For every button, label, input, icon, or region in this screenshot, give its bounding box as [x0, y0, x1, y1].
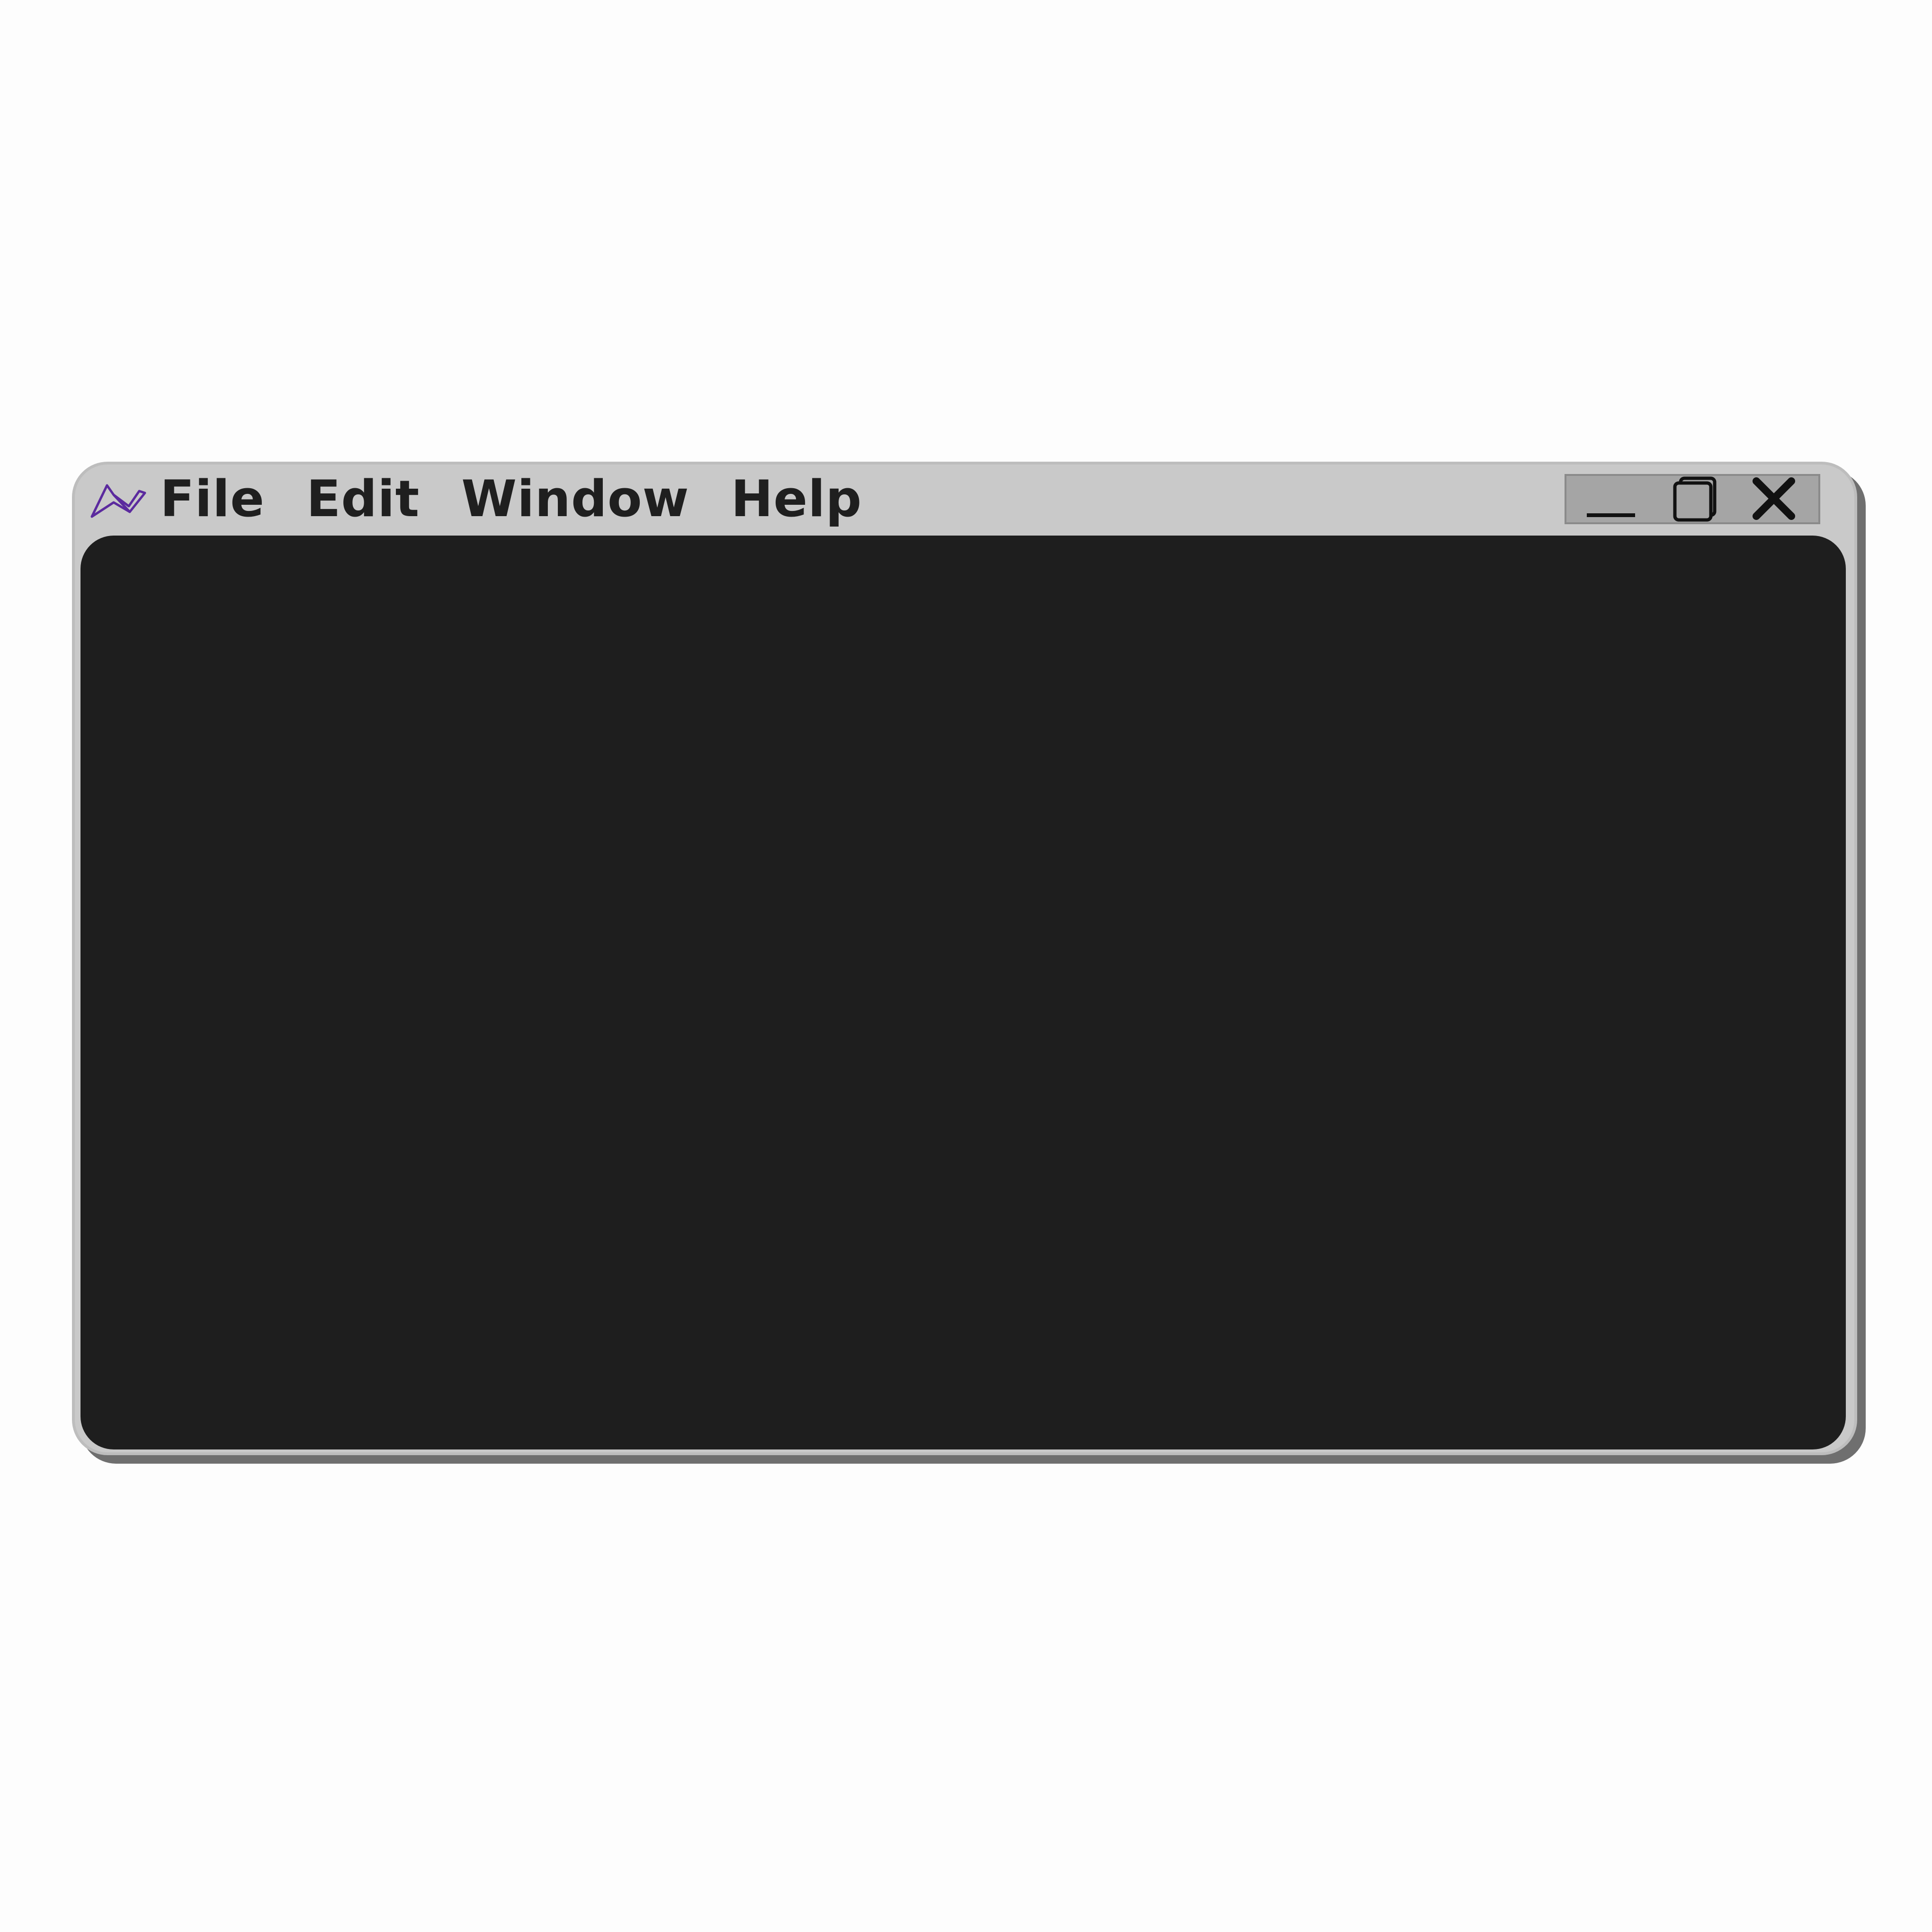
content-area[interactable]: [80, 536, 1846, 1449]
close-button[interactable]: [1736, 476, 1812, 522]
restore-icon: [1673, 476, 1717, 522]
close-icon: [1753, 477, 1795, 520]
maximize-button[interactable]: [1655, 476, 1730, 522]
window-controls: [1565, 474, 1820, 524]
minimize-icon: [1587, 513, 1635, 517]
menu-file[interactable]: File: [160, 474, 265, 524]
menu-edit[interactable]: Edit: [306, 474, 420, 524]
app-window: File Edit Window Help: [72, 462, 1857, 1455]
title-bar[interactable]: File Edit Window Help: [75, 465, 1854, 536]
minimize-button[interactable]: [1573, 476, 1649, 522]
menu-help[interactable]: Help: [731, 474, 862, 524]
app-logo-icon: [89, 479, 150, 521]
menu-window[interactable]: Window: [461, 474, 689, 524]
menu-bar: File Edit Window Help: [160, 468, 903, 530]
